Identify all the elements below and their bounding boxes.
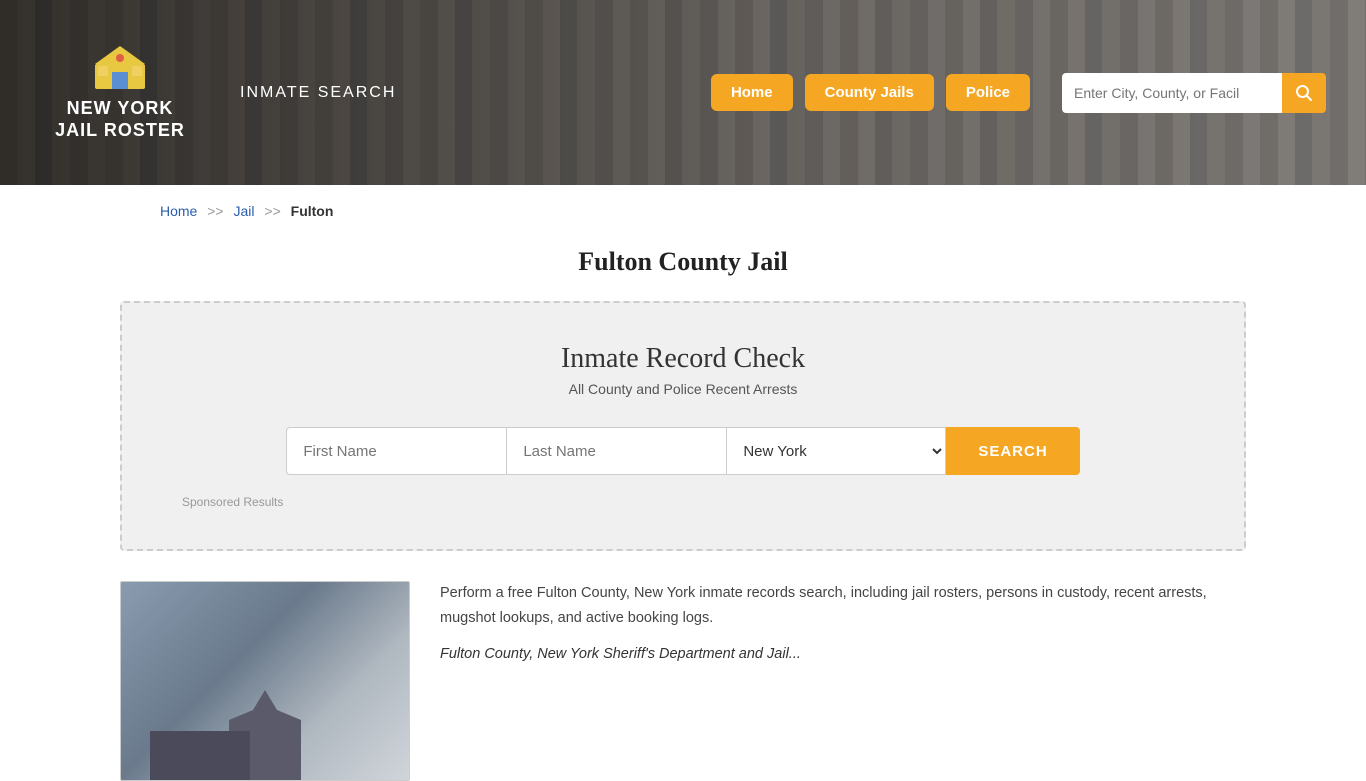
search-icon: [1295, 84, 1313, 102]
nav-police-button[interactable]: Police: [946, 74, 1030, 111]
logo-area: NEW YORK JAIL ROSTER: [40, 44, 200, 141]
content-section: Perform a free Fulton County, New York i…: [0, 581, 1366, 781]
header-search-button[interactable]: [1282, 73, 1326, 113]
facility-image: [120, 581, 410, 781]
inmate-search-form: AlabamaAlaskaArizonaArkansasCaliforniaCo…: [182, 427, 1184, 475]
first-name-input[interactable]: [286, 427, 506, 475]
inmate-search-label: INMATE SEARCH: [240, 84, 396, 102]
header-content: NEW YORK JAIL ROSTER INMATE SEARCH Home …: [0, 0, 1366, 185]
breadcrumb: Home >> Jail >> Fulton: [0, 185, 1366, 237]
nav-home-button[interactable]: Home: [711, 74, 793, 111]
search-button[interactable]: SEARCH: [946, 427, 1079, 475]
content-text: Perform a free Fulton County, New York i…: [440, 581, 1246, 781]
content-link: Fulton County, New York Sheriff's Depart…: [440, 642, 1246, 667]
state-select[interactable]: AlabamaAlaskaArizonaArkansasCaliforniaCo…: [726, 427, 946, 475]
sponsored-label: Sponsored Results: [182, 495, 1184, 509]
breadcrumb-home-link[interactable]: Home: [160, 203, 197, 219]
breadcrumb-jail-link[interactable]: Jail: [234, 203, 255, 219]
record-check-box: Inmate Record Check All County and Polic…: [120, 301, 1246, 551]
nav-area: Home County Jails Police: [711, 73, 1326, 113]
logo-icon: [90, 44, 150, 94]
breadcrumb-sep-1: >>: [207, 203, 223, 219]
content-description: Perform a free Fulton County, New York i…: [440, 581, 1246, 630]
logo-text-bottom: JAIL ROSTER: [55, 120, 185, 142]
header: NEW YORK JAIL ROSTER INMATE SEARCH Home …: [0, 0, 1366, 185]
record-check-subtitle: All County and Police Recent Arrests: [182, 381, 1184, 397]
header-search-area: [1062, 73, 1326, 113]
breadcrumb-sep-2: >>: [264, 203, 280, 219]
page-title: Fulton County Jail: [0, 237, 1366, 301]
record-check-title: Inmate Record Check: [182, 343, 1184, 375]
breadcrumb-current: Fulton: [291, 203, 334, 219]
nav-county-jails-button[interactable]: County Jails: [805, 74, 934, 111]
header-search-input[interactable]: [1062, 73, 1282, 113]
logo-text-top: NEW YORK: [67, 98, 174, 120]
last-name-input[interactable]: [506, 427, 726, 475]
